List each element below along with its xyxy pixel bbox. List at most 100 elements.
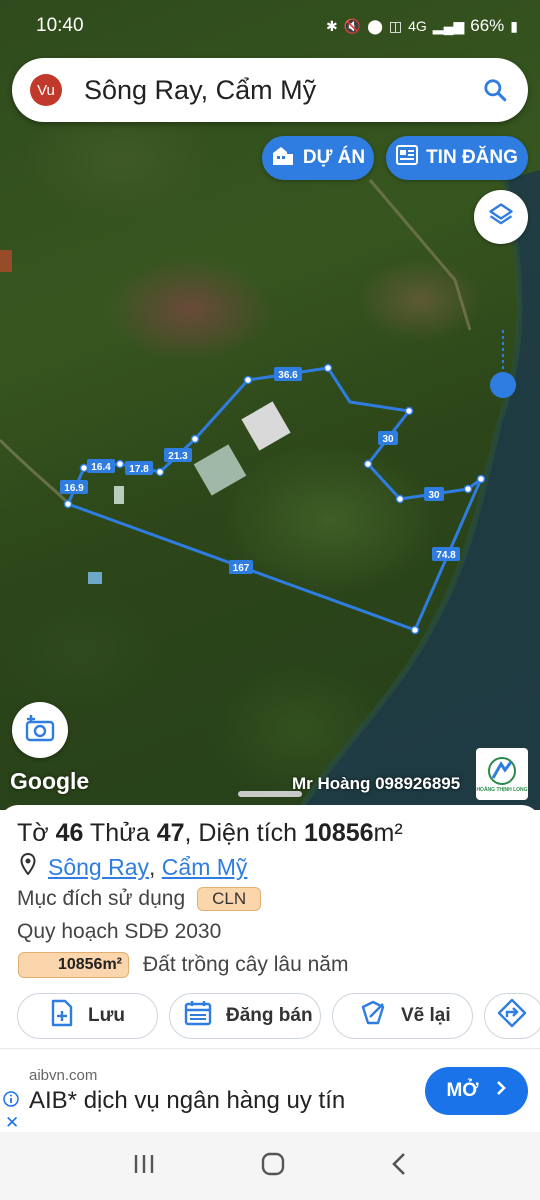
save-button[interactable]: Lưu bbox=[17, 993, 158, 1039]
company-logo-caption: HOÀNG THỊNH LONG bbox=[476, 786, 528, 793]
location-pin-icon bbox=[20, 852, 36, 881]
boundary-vertex bbox=[323, 363, 333, 373]
post-sale-label: Đăng bán bbox=[226, 1005, 313, 1026]
search-bar[interactable]: Vu Sông Ray, Cẩm Mỹ bbox=[12, 58, 528, 122]
dirt-path bbox=[0, 438, 72, 507]
location-row: Sông Ray, Cẩm Mỹ bbox=[20, 852, 248, 881]
volte-icon: ◫ bbox=[388, 17, 403, 34]
boundary-vertex bbox=[63, 499, 73, 509]
ad-close-icon[interactable]: ✕ bbox=[5, 1113, 19, 1133]
redraw-button[interactable]: Vẽ lại bbox=[332, 993, 473, 1039]
current-location-dot bbox=[490, 372, 516, 398]
plan-area-badge: 10856m² bbox=[18, 952, 129, 978]
action-row: Lưu Đăng bán Vẽ lại bbox=[17, 993, 540, 1039]
boundary-vertex bbox=[363, 459, 373, 469]
plan-area-description: Đất trồng cây lâu năm bbox=[143, 953, 349, 976]
satellite-map[interactable]: 36.6 30 30 74.8 167 16.9 16.4 17.8 21.3 … bbox=[0, 0, 540, 810]
directions-icon bbox=[497, 998, 527, 1034]
dirt-road bbox=[368, 179, 472, 331]
parcel-number: 47 bbox=[156, 819, 185, 847]
search-query[interactable]: Sông Ray, Cẩm Mỹ bbox=[84, 75, 478, 106]
file-plus-icon bbox=[50, 999, 74, 1033]
calendar-icon bbox=[184, 1000, 212, 1032]
battery-icon: ▮ bbox=[510, 17, 518, 34]
ward-link[interactable]: Sông Ray bbox=[48, 854, 149, 881]
bluetooth-icon: ✱ bbox=[326, 17, 338, 34]
boundary-vertex bbox=[476, 474, 486, 484]
ad-title[interactable]: AIB* dịch vụ ngân hàng uy tín bbox=[29, 1087, 345, 1115]
sheet-number: 46 bbox=[55, 819, 84, 847]
google-logo: Google bbox=[10, 768, 90, 794]
company-logo: HOÀNG THỊNH LONG bbox=[476, 748, 528, 800]
system-nav-bar bbox=[0, 1132, 540, 1200]
directions-button[interactable] bbox=[484, 993, 540, 1039]
listings-button[interactable]: TIN ĐĂNG bbox=[386, 136, 528, 180]
ad-open-label: MỞ bbox=[446, 1080, 479, 1101]
post-sale-button[interactable]: Đăng bán bbox=[169, 993, 321, 1039]
title-prefix: Tờ bbox=[17, 819, 56, 847]
building-roof bbox=[241, 401, 291, 451]
save-label: Lưu bbox=[88, 1005, 125, 1026]
camera-add-button[interactable] bbox=[12, 702, 68, 758]
status-bar: 10:40 ✱ 🔇 ⬤ ◫ 4G ▂▄▆ 66% ▮ bbox=[0, 0, 540, 52]
boundary-vertex bbox=[463, 484, 473, 494]
plan-area-row: 10856m² Đất trồng cây lâu năm bbox=[18, 952, 348, 978]
home-icon[interactable] bbox=[260, 1151, 286, 1182]
layers-button[interactable] bbox=[474, 190, 528, 244]
title-area-label: , Diện tích bbox=[184, 819, 305, 847]
building-roof bbox=[114, 486, 124, 504]
battery-level: 66% bbox=[470, 16, 505, 35]
segment-label: 36.6 bbox=[278, 370, 298, 381]
redraw-label: Vẽ lại bbox=[401, 1005, 451, 1026]
projects-button[interactable]: DỰ ÁN bbox=[262, 136, 374, 180]
building-roof bbox=[193, 444, 247, 496]
drag-handle[interactable] bbox=[238, 791, 302, 797]
chevron-right-icon bbox=[495, 1080, 507, 1102]
segment-label: 30 bbox=[382, 434, 394, 445]
projects-label: DỰ ÁN bbox=[302, 147, 366, 168]
area-value: 10856 bbox=[304, 819, 374, 847]
river bbox=[300, 170, 540, 810]
boundary-vertex bbox=[243, 375, 253, 385]
boundary-vertex bbox=[404, 406, 414, 416]
segment-label: 30 bbox=[428, 490, 440, 501]
boundary-vertex bbox=[190, 434, 200, 444]
status-time: 10:40 bbox=[36, 15, 84, 36]
network-type-icon: 4G bbox=[408, 18, 427, 34]
ad-open-button[interactable]: MỞ bbox=[425, 1067, 528, 1115]
avatar[interactable]: Vu bbox=[30, 74, 62, 106]
signal-icon: ▂▄▆ bbox=[432, 17, 465, 34]
boundary-vertex bbox=[410, 625, 420, 635]
layers-icon bbox=[487, 201, 515, 234]
plan-label: Quy hoạch SDĐ 2030 bbox=[17, 920, 222, 943]
district-link[interactable]: Cẩm Mỹ bbox=[162, 854, 248, 881]
parcel-info-sheet: Tờ 46 Thửa 47, Diện tích 10856m² Sông Ra… bbox=[0, 791, 540, 1050]
pen-shape-icon bbox=[359, 999, 387, 1033]
segment-label: 17.8 bbox=[129, 464, 149, 475]
listings-label: TIN ĐĂNG bbox=[426, 147, 518, 168]
location-icon: ⬤ bbox=[367, 17, 383, 34]
search-icon[interactable] bbox=[478, 73, 512, 107]
back-icon[interactable] bbox=[390, 1152, 408, 1181]
purpose-row: Mục đích sử dụng CLN bbox=[17, 887, 262, 911]
boundary-vertex bbox=[155, 467, 165, 477]
ad-info-icon[interactable] bbox=[3, 1091, 19, 1107]
recent-apps-icon[interactable] bbox=[132, 1153, 156, 1180]
segment-label: 74.8 bbox=[436, 550, 456, 561]
boundary-vertex bbox=[79, 463, 89, 473]
title-parcel-label: Thửa bbox=[83, 819, 157, 847]
ad-banner[interactable]: ✕ aibvn.com AIB* dịch vụ ngân hàng uy tí… bbox=[0, 1048, 540, 1132]
parcel-title: Tờ 46 Thửa 47, Diện tích 10856m² bbox=[17, 819, 403, 848]
roof-patch bbox=[0, 250, 12, 272]
building-roof bbox=[88, 572, 102, 584]
purpose-code-badge: CLN bbox=[197, 887, 262, 911]
area-unit: m² bbox=[373, 819, 403, 847]
segment-label: 16.9 bbox=[64, 483, 84, 494]
ad-domain: aibvn.com bbox=[29, 1067, 98, 1084]
status-icons: ✱ 🔇 ⬤ ◫ 4G ▂▄▆ 66% ▮ bbox=[326, 16, 518, 36]
boundary-vertex bbox=[395, 494, 405, 504]
boundary-vertex bbox=[115, 459, 125, 469]
newspaper-icon bbox=[396, 145, 419, 171]
mute-icon: 🔇 bbox=[343, 17, 362, 34]
purpose-label: Mục đích sử dụng bbox=[17, 887, 186, 910]
